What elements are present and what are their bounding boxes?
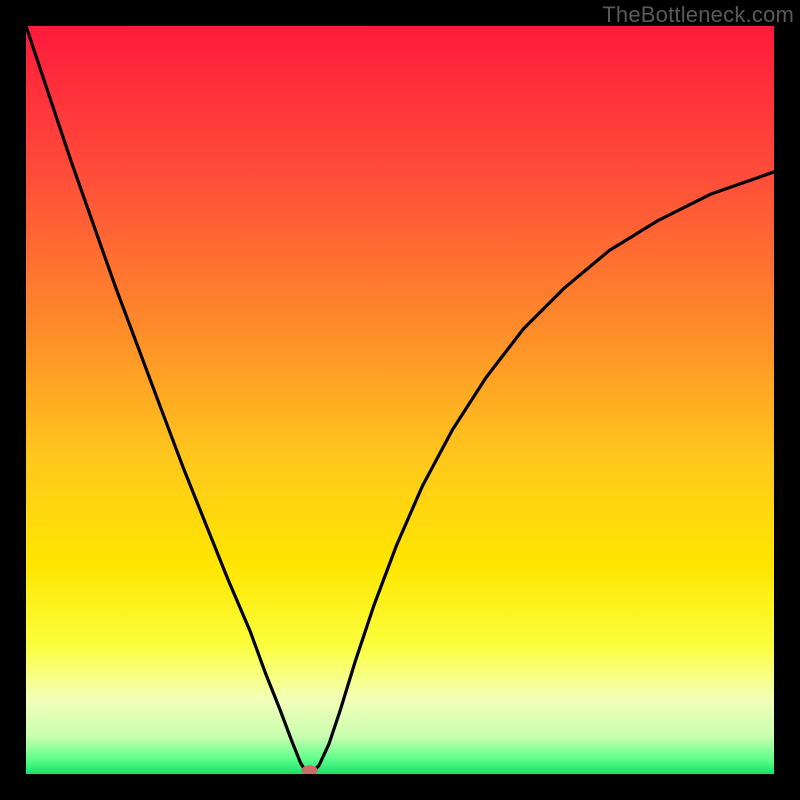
bottleneck-chart [26, 26, 774, 774]
gradient-background [26, 26, 774, 774]
chart-frame [26, 26, 774, 774]
watermark-text: TheBottleneck.com [602, 2, 794, 28]
